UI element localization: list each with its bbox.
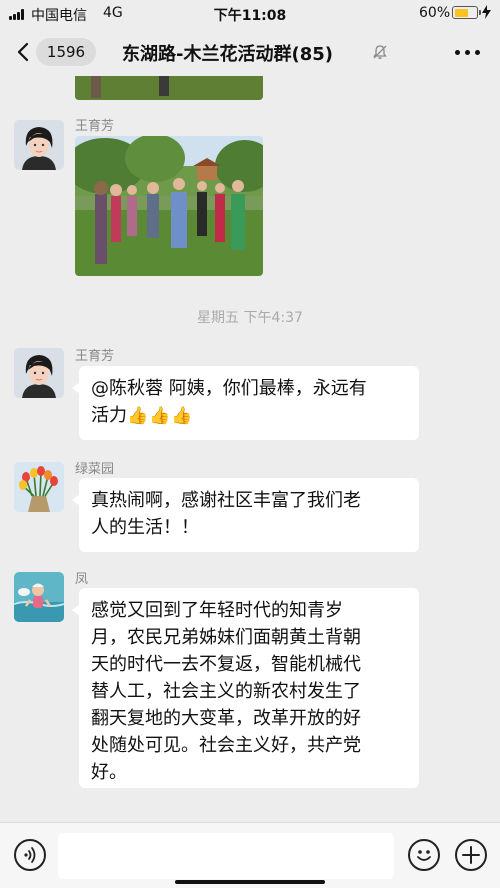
- thumbs-up-icon: 👍👍👍: [127, 406, 194, 426]
- more-icon[interactable]: [448, 40, 488, 64]
- sender-name: 王育芳: [75, 119, 115, 134]
- back-icon: [17, 42, 29, 62]
- back-button[interactable]: 1596: [10, 34, 104, 70]
- photo-message[interactable]: [75, 136, 263, 276]
- unread-count-badge: 1596: [36, 38, 96, 66]
- message-text: 好。: [91, 762, 127, 783]
- home-indicator: [175, 880, 325, 884]
- emoji-icon: [417, 850, 431, 861]
- avatar-woman-short-hair: [14, 120, 64, 170]
- text-message-bubble[interactable]: @陈秋蓉 阿姨，你们最棒，永远有 活力👍👍👍: [72, 366, 419, 440]
- message-text: 感觉又回到了年轻时代的知青岁: [91, 600, 343, 621]
- message-text: 月，农民兄弟姊妹们面朝黄土背朝: [91, 627, 361, 648]
- mute-icon: [373, 45, 387, 59]
- add-button[interactable]: [455, 839, 487, 871]
- battery-icon: [452, 6, 481, 19]
- avatar[interactable]: [14, 462, 64, 512]
- group-photo-image: [75, 136, 263, 276]
- add-icon: [462, 846, 480, 864]
- avatar[interactable]: [14, 348, 64, 398]
- chat-header: 1596 东湖路-木兰花活动群(85): [0, 28, 500, 76]
- chat-title: 东湖路-木兰花活动群(85): [122, 44, 333, 65]
- message-text: 替人工，社会主义的新农村发生了: [91, 681, 361, 702]
- previous-photo-message[interactable]: [75, 76, 263, 100]
- sender-name: 绿菜园: [75, 462, 115, 477]
- sender-name: 王育芳: [75, 349, 115, 364]
- avatar[interactable]: [14, 572, 64, 622]
- voice-icon: [24, 847, 36, 863]
- avatar[interactable]: [14, 120, 64, 170]
- message-text-line: 活力👍👍👍: [91, 402, 407, 430]
- message-text: @陈秋蓉 阿姨，你们最棒，永远有: [91, 378, 367, 399]
- avatar-woman-short-hair: [14, 348, 64, 398]
- text-message-bubble[interactable]: 感觉又回到了年轻时代的知青岁 月，农民兄弟姊妹们面朝黄土背朝 天的时代一去不复返…: [72, 588, 419, 788]
- message-text: 处随处可见。社会主义好，共产党: [91, 735, 361, 756]
- emoji-button[interactable]: [408, 839, 440, 871]
- avatar-child-pool: [14, 572, 64, 622]
- charging-icon: [482, 5, 491, 19]
- message-text: 活力: [91, 405, 127, 426]
- message-timestamp: 星期五 下午4:37: [197, 310, 303, 326]
- sender-name: 凤: [75, 572, 89, 587]
- photo-fragment: [75, 76, 263, 100]
- input-bar: [0, 822, 500, 888]
- battery-percent: 60%: [419, 5, 451, 21]
- status-bar: 中国电信 4G 下午11:08 60%: [0, 0, 500, 28]
- message-text: 真热闹啊，感谢社区丰富了我们老: [91, 490, 361, 511]
- message-input[interactable]: [58, 833, 394, 879]
- avatar-tulips: [14, 462, 64, 512]
- message-text: 天的时代一去不复返，智能机械代: [91, 654, 361, 675]
- voice-button[interactable]: [14, 839, 46, 871]
- message-text: 人的生活！！: [91, 517, 199, 538]
- text-message-bubble[interactable]: 真热闹啊，感谢社区丰富了我们老 人的生活！！: [72, 478, 419, 552]
- message-text: 翻天复地的大变革，改革开放的好: [91, 708, 361, 729]
